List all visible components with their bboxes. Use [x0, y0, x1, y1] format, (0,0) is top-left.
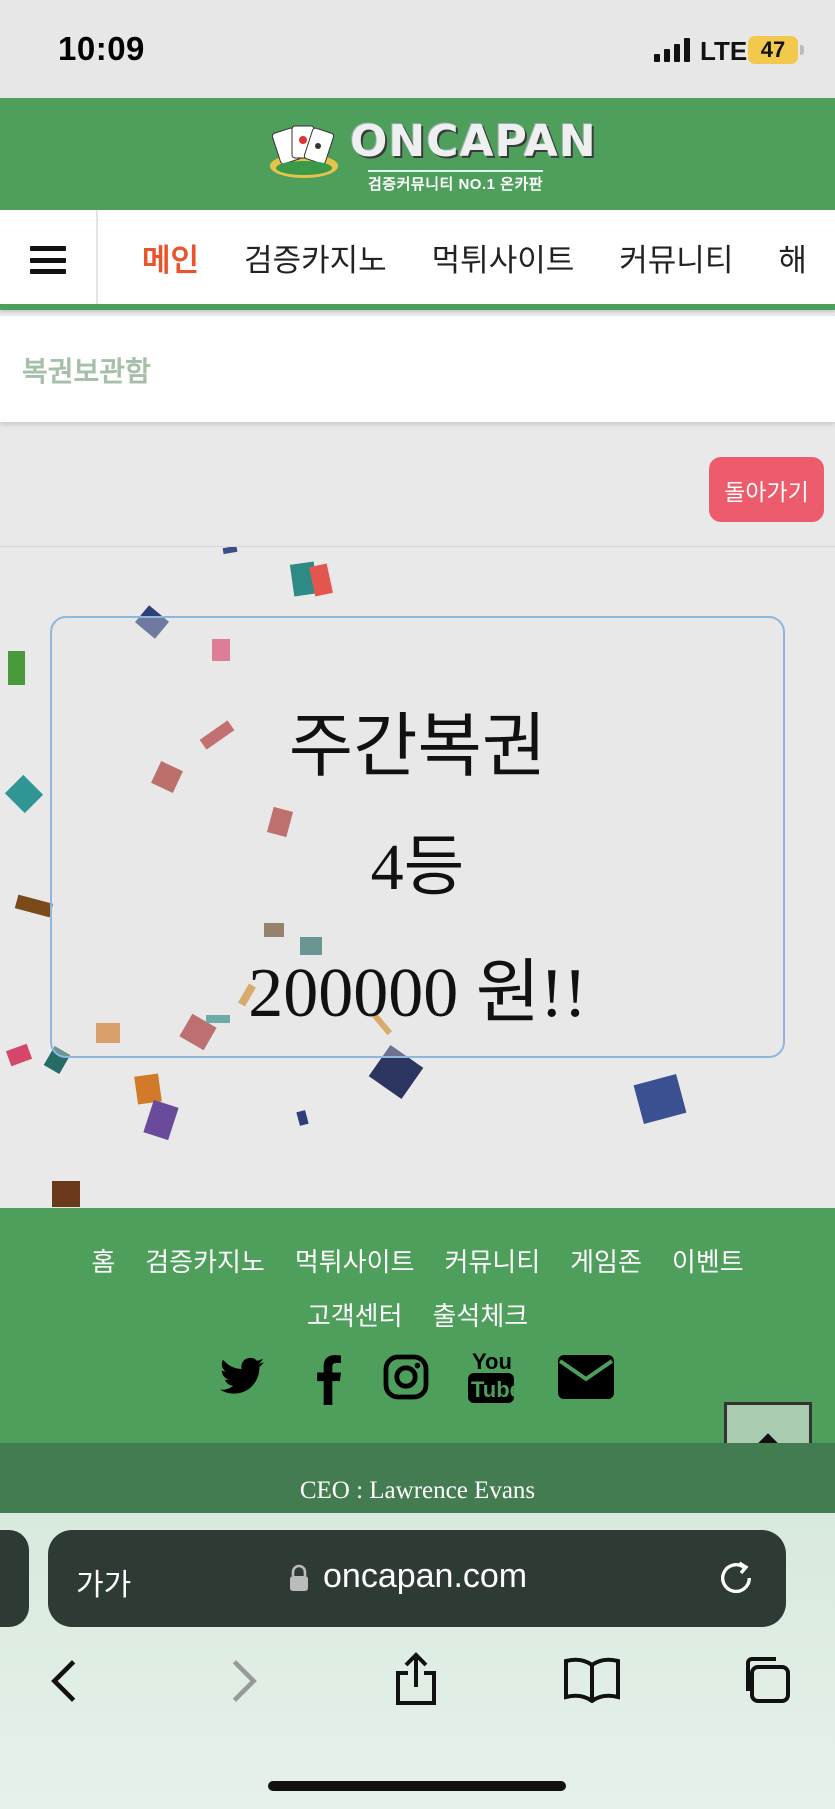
twitter-icon[interactable] [218, 1353, 266, 1401]
logo-wordmark: ONCAPAN [350, 116, 597, 167]
confetti-piece [8, 651, 25, 685]
reload-icon[interactable] [716, 1558, 756, 1598]
footer-links: 홈 검증카지노 먹튀사이트 커뮤니티 게임존 이벤트 고객센터 출석체크 [0, 1236, 835, 1344]
text-size-button[interactable]: 가가 [76, 1560, 131, 1604]
instagram-icon[interactable] [382, 1353, 430, 1401]
hamburger-icon [30, 246, 66, 274]
site-footer: 홈 검증카지노 먹튀사이트 커뮤니티 게임존 이벤트 고객센터 출석체크 You Tube [0, 1208, 835, 1443]
svg-text:Tube: Tube [471, 1377, 514, 1402]
lottery-result-card: 주간복권 4등 200000 원!! [50, 616, 785, 1058]
confetti-piece [134, 1073, 162, 1105]
confetti-piece [52, 1181, 80, 1207]
youtube-icon[interactable]: You Tube [468, 1347, 514, 1405]
address-bar[interactable]: 가가 oncapan.com [48, 1530, 786, 1627]
nav-item-community[interactable]: 커뮤니티 [619, 235, 733, 280]
footer-link-events[interactable]: 이벤트 [672, 1248, 744, 1278]
tabs-icon[interactable] [740, 1655, 792, 1705]
facebook-icon[interactable] [310, 1353, 346, 1405]
nav-item-more[interactable]: 해 [778, 235, 807, 280]
confetti-piece [296, 1110, 309, 1126]
battery-icon: 47 [748, 36, 798, 64]
nav-item-scam-sites[interactable]: 먹튀사이트 [432, 235, 575, 280]
status-time: 10:09 [58, 30, 145, 67]
status-bar: 10:09 LTE 47 [0, 0, 835, 98]
cards-emblem-icon [270, 125, 338, 178]
nav-item-main[interactable]: 메인 [142, 235, 199, 280]
footer-link-attendance[interactable]: 출석체크 [433, 1302, 529, 1332]
confetti-piece [4, 774, 44, 814]
footer-link-game-zone[interactable]: 게임존 [570, 1248, 642, 1278]
main-nav: 메인 검증카지노 먹튀사이트 커뮤니티 해 [0, 210, 835, 310]
site-logo[interactable]: ONCAPAN 검증커뮤니티 NO.1 온카판 [268, 116, 596, 194]
svg-text:You: You [472, 1349, 512, 1374]
footer-bottom: CEO : Lawrence Evans [0, 1443, 835, 1513]
battery-tip [800, 45, 804, 55]
browser-chrome: 가가 oncapan.com [0, 1513, 835, 1809]
lottery-rank: 4등 [370, 831, 465, 904]
lock-icon [290, 1564, 308, 1591]
footer-link-verified-casino[interactable]: 검증카지노 [145, 1248, 265, 1278]
email-icon[interactable] [558, 1355, 614, 1399]
confetti-piece [143, 1099, 179, 1141]
logo-subtitle: 검증커뮤니티 NO.1 온카판 [368, 170, 544, 194]
signal-icon [654, 38, 690, 62]
confetti-piece [222, 547, 238, 555]
confetti-piece [14, 894, 54, 918]
home-indicator [268, 1781, 566, 1791]
bookmarks-icon[interactable] [564, 1657, 620, 1703]
page-heading: 복권보관함 [0, 316, 835, 422]
forward-arrow-icon[interactable] [224, 1656, 264, 1706]
footer-link-customer-center[interactable]: 고객센터 [307, 1302, 403, 1332]
share-icon[interactable] [392, 1651, 440, 1707]
lottery-prize: 200000 원!! [248, 955, 587, 1032]
nav-items: 메인 검증카지노 먹튀사이트 커뮤니티 해 [142, 210, 835, 304]
previous-tab-edge[interactable] [0, 1530, 29, 1627]
social-links: You Tube [218, 1349, 618, 1413]
confetti-piece [5, 1043, 33, 1067]
network-label: LTE [700, 36, 748, 66]
back-arrow-icon[interactable] [44, 1656, 84, 1706]
confetti-piece [633, 1073, 687, 1125]
hamburger-menu-button[interactable] [0, 210, 98, 304]
lottery-name: 주간복권 [288, 705, 547, 787]
back-button[interactable]: 돌아가기 [709, 457, 824, 522]
site-header: ONCAPAN 검증커뮤니티 NO.1 온카판 [0, 98, 835, 210]
page-title: 복권보관함 [22, 355, 151, 388]
nav-item-verified-casino[interactable]: 검증카지노 [244, 235, 387, 280]
footer-link-scam-sites[interactable]: 먹튀사이트 [295, 1248, 415, 1278]
footer-link-home[interactable]: 홈 [91, 1248, 115, 1278]
footer-link-community[interactable]: 커뮤니티 [444, 1248, 540, 1278]
url-text: oncapan.com [323, 1557, 528, 1595]
ceo-text: CEO : Lawrence Evans [299, 1477, 536, 1504]
